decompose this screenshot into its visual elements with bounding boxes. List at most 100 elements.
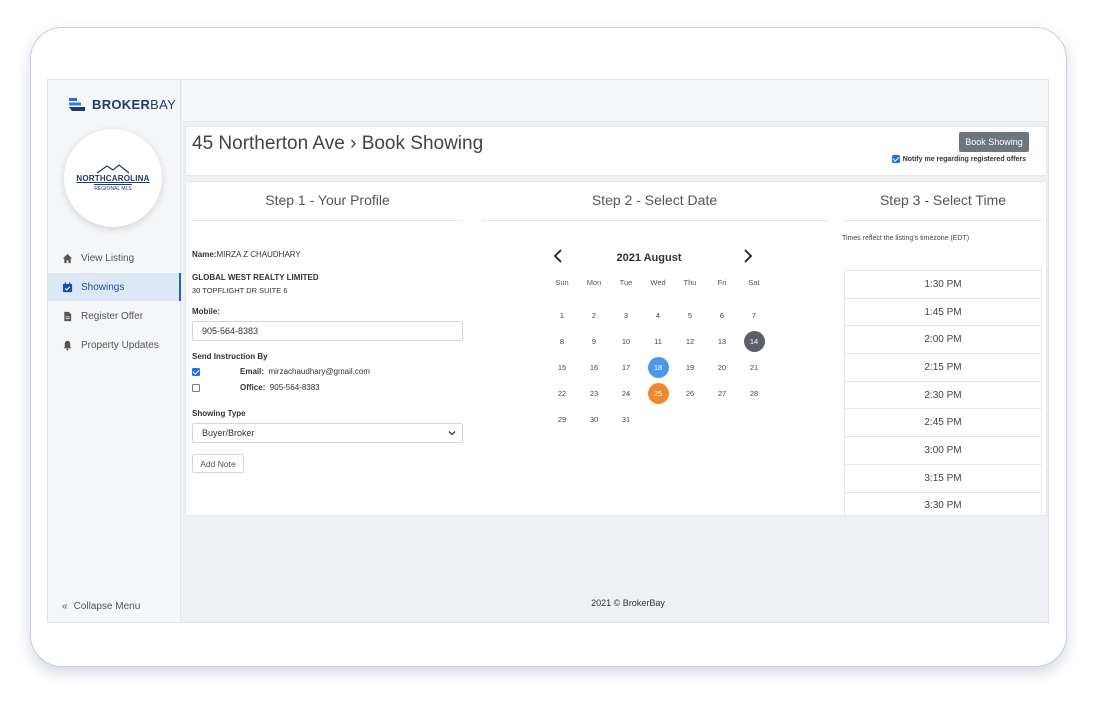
time-slot[interactable]: 2:00 PM xyxy=(845,326,1041,355)
calendar-day-number: 8 xyxy=(559,336,565,346)
calendar-day[interactable]: 16 xyxy=(578,354,610,380)
brand-name: BROKERBAY xyxy=(92,96,177,112)
app-window: BROKERBAY NORTHCAROLINA REGIONAL MLS Vie… xyxy=(47,79,1049,623)
sidebar: BROKERBAY NORTHCAROLINA REGIONAL MLS Vie… xyxy=(48,80,181,622)
calendar-day-number: 27 xyxy=(717,388,727,398)
step1-divider xyxy=(192,220,463,221)
step2-title: Step 2 - Select Date xyxy=(591,192,718,208)
mls-subname: REGIONAL MLS xyxy=(94,184,132,192)
book-showing-button[interactable]: Book Showing xyxy=(959,132,1029,152)
weekday-header: Thu xyxy=(683,278,697,287)
calendar-month-label: 2021 August xyxy=(616,252,682,264)
office-value: 905-564-8383 xyxy=(269,383,320,392)
calendar-day[interactable]: 1 xyxy=(546,302,578,328)
calendar-day[interactable]: 31 xyxy=(610,406,642,432)
calendar-day[interactable]: 13 xyxy=(706,328,738,354)
collapse-menu-button[interactable]: « Collapse Menu xyxy=(62,601,140,612)
sidebar-item-label: Property Updates xyxy=(81,339,159,351)
double-chevron-left-icon: « xyxy=(62,601,68,612)
calendar-day-number: 18 xyxy=(647,356,669,378)
calendar-day-number: 31 xyxy=(621,414,631,424)
time-slot[interactable]: 1:45 PM xyxy=(845,299,1041,327)
calendar-day[interactable]: 2 xyxy=(578,302,610,328)
calendar-day[interactable]: 14 xyxy=(738,328,770,354)
calendar-day-number: 16 xyxy=(589,362,599,372)
page-header: 45 Northerton Ave › Book Showing Book Sh… xyxy=(185,126,1047,176)
sidebar-item-view-listing[interactable]: View Listing xyxy=(48,244,181,272)
chevron-right-icon[interactable] xyxy=(739,248,755,264)
calendar-day[interactable]: 11 xyxy=(642,328,674,354)
calendar-day[interactable]: 27 xyxy=(706,380,738,406)
mls-roof-icon xyxy=(96,164,130,174)
calendar-day[interactable]: 26 xyxy=(674,380,706,406)
time-slot[interactable]: 3:30 PM xyxy=(845,493,1041,516)
company-name: GLOBAL WEST REALTY LIMITED xyxy=(192,273,319,282)
calendar-day[interactable]: 23 xyxy=(578,380,610,406)
time-slot[interactable]: 2:45 PM xyxy=(845,409,1041,438)
sidebar-item-label: Showings xyxy=(81,281,125,293)
notify-checkbox[interactable] xyxy=(891,155,900,163)
calendar-day[interactable]: 18 xyxy=(642,354,674,380)
brokerbay-logo-icon xyxy=(69,98,85,111)
calendar-day[interactable]: 21 xyxy=(738,354,770,380)
calendar-day[interactable]: 7 xyxy=(738,302,770,328)
email-checkbox[interactable] xyxy=(192,368,200,376)
sidebar-item-showings[interactable]: Showings xyxy=(48,273,181,301)
calendar-day-number: 6 xyxy=(719,310,725,320)
calendar-day[interactable]: 17 xyxy=(610,354,642,380)
calendar-check-icon xyxy=(62,281,73,292)
calendar-day[interactable]: 3 xyxy=(610,302,642,328)
calendar-day[interactable]: 19 xyxy=(674,354,706,380)
weekday-header: Fri xyxy=(717,278,727,287)
send-instruction-label: Send Instruction By xyxy=(192,352,268,361)
calendar-day[interactable]: 15 xyxy=(546,354,578,380)
top-bar xyxy=(182,80,1048,122)
calendar-day[interactable]: 28 xyxy=(738,380,770,406)
calendar-day[interactable]: 29 xyxy=(546,406,578,432)
calendar-day[interactable]: 6 xyxy=(706,302,738,328)
time-slot[interactable]: 2:15 PM xyxy=(845,354,1041,382)
calendar-day[interactable]: 24 xyxy=(610,380,642,406)
calendar-day-number: 15 xyxy=(557,362,567,372)
time-slot[interactable]: 2:30 PM xyxy=(845,382,1041,410)
calendar-day[interactable]: 9 xyxy=(578,328,610,354)
weekday-header: Tue xyxy=(619,278,633,287)
time-slot[interactable]: 3:00 PM xyxy=(845,437,1041,465)
add-note-button[interactable]: Add Note xyxy=(192,454,244,473)
showing-type-select[interactable]: Buyer/Broker xyxy=(192,423,463,443)
mobile-label: Mobile: xyxy=(192,307,220,316)
calendar-day-number: 11 xyxy=(654,336,662,346)
notify-label: Notify me regarding registered offers xyxy=(902,155,1026,163)
calendar-day[interactable]: 20 xyxy=(706,354,738,380)
step1-title: Step 1 - Your Profile xyxy=(265,192,390,208)
calendar-day[interactable]: 22 xyxy=(546,380,578,406)
mls-logo: NORTHCAROLINA REGIONAL MLS xyxy=(64,129,162,227)
timezone-note: Times reflect the listing's timezone (ED… xyxy=(842,235,970,242)
mobile-field[interactable]: 905-564-8383 xyxy=(192,321,463,341)
company-address: 30 TOPFLIGHT DR SUITE 6 xyxy=(192,286,288,295)
collapse-menu-label: Collapse Menu xyxy=(73,601,141,612)
sidebar-item-register-offer[interactable]: Register Offer xyxy=(48,302,181,330)
sidebar-item-property-updates[interactable]: Property Updates xyxy=(48,331,181,359)
calendar-day[interactable]: 30 xyxy=(578,406,610,432)
calendar-day[interactable]: 25 xyxy=(642,380,674,406)
calendar-day-number: 26 xyxy=(685,388,695,398)
calendar-day[interactable]: 12 xyxy=(674,328,706,354)
sidebar-item-label: View Listing xyxy=(81,252,135,264)
weekday-header: Sat xyxy=(748,278,760,287)
office-checkbox[interactable] xyxy=(192,384,200,392)
calendar-day-number: 28 xyxy=(749,388,759,398)
time-slot[interactable]: 3:15 PM xyxy=(845,465,1041,493)
calendar-day-number: 9 xyxy=(591,336,597,346)
brokerbay-logo[interactable]: BROKERBAY xyxy=(68,94,176,114)
calendar-day-number: 12 xyxy=(685,336,695,346)
notify-offers-option[interactable]: Notify me regarding registered offers xyxy=(891,155,1026,163)
calendar-day[interactable]: 4 xyxy=(642,302,674,328)
calendar-day-number: 14 xyxy=(743,330,765,352)
chevron-left-icon[interactable] xyxy=(551,248,567,264)
calendar-day[interactable]: 10 xyxy=(610,328,642,354)
calendar-day[interactable]: 5 xyxy=(674,302,706,328)
sidebar-item-label: Register Offer xyxy=(81,310,144,322)
time-slot[interactable]: 1:30 PM xyxy=(845,271,1041,299)
calendar-day[interactable]: 8 xyxy=(546,328,578,354)
